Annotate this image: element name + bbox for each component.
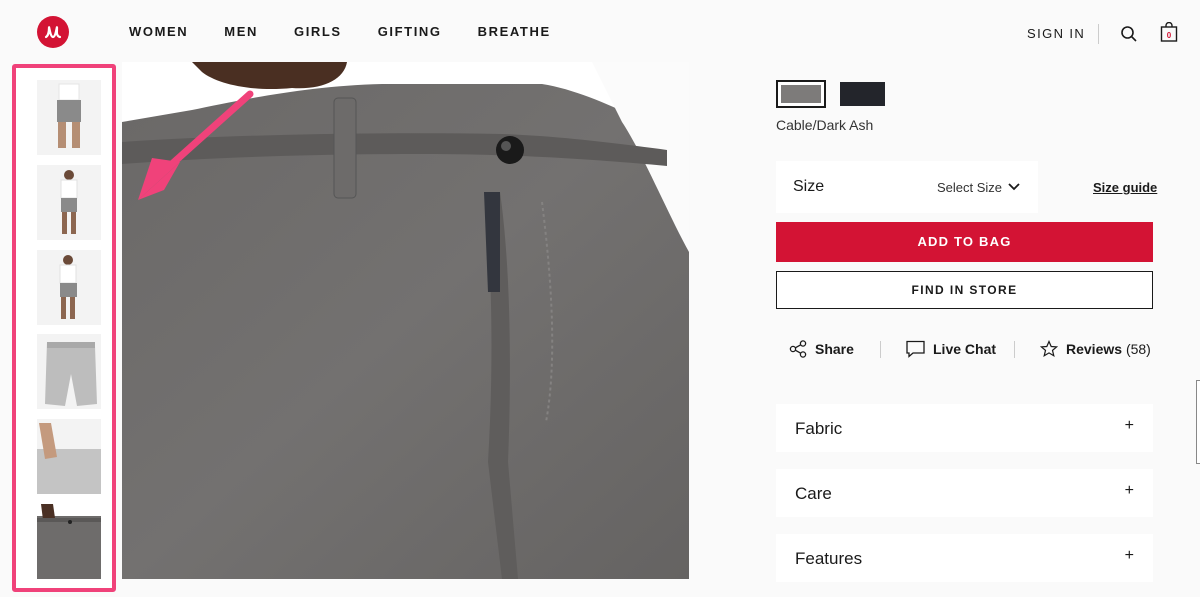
thumbnail-1[interactable]	[37, 80, 101, 155]
accordion-fabric[interactable]: Fabric +	[776, 404, 1153, 452]
nav-girls[interactable]: GIRLS	[294, 24, 342, 39]
selected-color-name: Cable/Dark Ash	[776, 117, 874, 133]
thumbnail-strip	[12, 64, 116, 592]
thumbnail-2[interactable]	[37, 165, 101, 240]
chevron-down-icon	[1008, 183, 1020, 191]
color-swatch-cable-dark-ash[interactable]	[776, 80, 826, 108]
thumbnail-6[interactable]	[37, 504, 101, 579]
plus-icon: +	[1124, 482, 1134, 499]
live-chat-button[interactable]: Live Chat	[906, 340, 996, 358]
action-divider	[880, 341, 881, 358]
accordion-features-label: Features	[795, 549, 863, 568]
size-select-value: Select Size	[937, 180, 1003, 195]
accordion-fabric-label: Fabric	[795, 419, 843, 438]
action-divider	[1014, 341, 1015, 358]
nav-gifting[interactable]: GIFTING	[378, 24, 442, 39]
nav-women[interactable]: WOMEN	[129, 24, 188, 39]
reviews-count: (58)	[1125, 341, 1151, 357]
accordion-care-label: Care	[795, 484, 832, 503]
reviews-label: Reviews	[1066, 341, 1123, 357]
site-header: WOMEN MEN GIRLS GIFTING BREATHE SIGN IN …	[0, 0, 1200, 62]
reviews-button[interactable]: Reviews (58)	[1040, 340, 1151, 358]
live-chat-label: Live Chat	[933, 341, 997, 357]
share-icon	[789, 340, 807, 358]
share-button[interactable]: Share	[789, 340, 854, 358]
thumbnail-4[interactable]	[37, 334, 101, 409]
accordion-features[interactable]: Features +	[776, 534, 1153, 582]
header-divider	[1098, 24, 1099, 44]
sign-in-link[interactable]: SIGN IN	[1027, 26, 1085, 41]
nav-breathe[interactable]: BREATHE	[478, 24, 551, 39]
logo-mark-icon	[44, 26, 62, 39]
feedback-edge-tab[interactable]	[1196, 380, 1200, 464]
star-icon	[1040, 340, 1058, 358]
color-swatch-dark[interactable]	[840, 82, 885, 106]
search-icon[interactable]	[1120, 25, 1138, 43]
lululemon-logo-icon[interactable]	[37, 16, 69, 48]
chat-icon	[906, 340, 925, 358]
find-in-store-button[interactable]: FIND IN STORE	[776, 271, 1153, 309]
size-dropdown[interactable]: Size Select Size	[776, 161, 1038, 213]
shopping-bag-icon[interactable]: 0	[1160, 22, 1178, 42]
plus-icon: +	[1124, 547, 1134, 564]
main-nav: WOMEN MEN GIRLS GIFTING BREATHE	[129, 24, 587, 39]
add-to-bag-button[interactable]: ADD TO BAG	[776, 222, 1153, 262]
main-product-image[interactable]	[122, 62, 689, 579]
share-label: Share	[815, 341, 854, 357]
accordion-care[interactable]: Care +	[776, 469, 1153, 517]
size-label: Size	[793, 178, 825, 195]
plus-icon: +	[1124, 417, 1134, 434]
thumbnail-5[interactable]	[37, 419, 101, 494]
bag-count: 0	[1167, 31, 1172, 40]
thumbnail-3[interactable]	[37, 250, 101, 325]
size-guide-link[interactable]: Size guide	[1093, 180, 1157, 195]
nav-men[interactable]: MEN	[224, 24, 258, 39]
